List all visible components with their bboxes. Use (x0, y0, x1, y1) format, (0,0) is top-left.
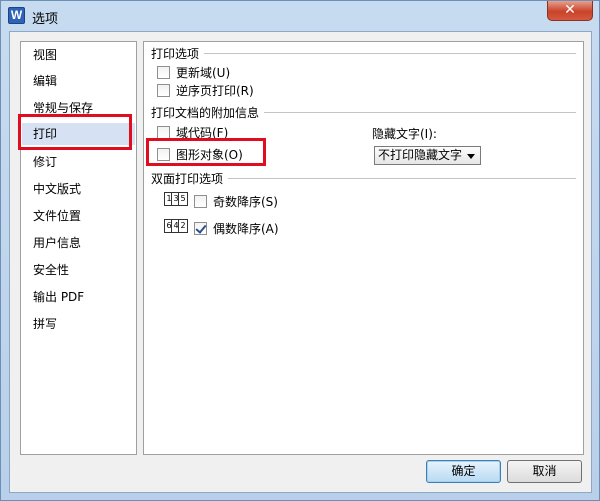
field-codes-label: 域代码(F) (176, 125, 229, 140)
field-codes-option[interactable]: 域代码(F) (157, 124, 228, 140)
odd-descending-option[interactable]: 奇数降序(S) (194, 193, 278, 209)
print-options-title: 打印选项 (151, 47, 200, 61)
group-divider (228, 178, 576, 179)
drawing-objects-label: 图形对象(O) (176, 147, 243, 162)
reverse-order-checkbox[interactable] (157, 83, 170, 97)
nav-item-security[interactable]: 安全性 (22, 259, 135, 281)
even-descending-option[interactable]: 偶数降序(A) (194, 220, 279, 236)
nav-item-file-location[interactable]: 文件位置 (22, 205, 135, 227)
hidden-text-label: 隐藏文字(I): (372, 127, 437, 141)
close-button[interactable]: ✕ (547, 1, 593, 21)
cancel-button[interactable]: 取消 (507, 460, 582, 483)
even-pages-icon: 6 4 2 (164, 216, 188, 236)
duplex-title: 双面打印选项 (151, 172, 224, 186)
ok-button[interactable]: 确定 (426, 460, 501, 483)
even-descending-checkbox[interactable] (194, 221, 207, 235)
nav-item-general-save[interactable]: 常规与保存 (22, 97, 135, 119)
update-fields-option[interactable]: 更新域(U) (157, 64, 230, 80)
print-settings-panel: 打印选项 更新域(U) 逆序页打印(R) 打印文档的附加信息 域代码(F) 图形… (143, 41, 584, 455)
group-divider (204, 53, 576, 54)
options-dialog: W 选项 ✕ 视图 编辑 常规与保存 打印 修订 中文版式 文件位置 用户信息 … (0, 0, 600, 501)
dialog-body: 视图 编辑 常规与保存 打印 修订 中文版式 文件位置 用户信息 安全性 输出 … (9, 31, 592, 493)
nav-item-spelling[interactable]: 拼写 (22, 313, 135, 335)
chevron-down-icon (467, 154, 475, 159)
field-codes-checkbox[interactable] (157, 125, 170, 139)
nav-item-print[interactable]: 打印 (22, 123, 135, 145)
nav-item-user-info[interactable]: 用户信息 (22, 232, 135, 254)
odd-descending-label: 奇数降序(S) (213, 194, 278, 209)
nav-item-view[interactable]: 视图 (22, 44, 135, 66)
even-descending-label: 偶数降序(A) (213, 221, 279, 236)
group-divider (264, 112, 576, 113)
odd-descending-checkbox[interactable] (194, 194, 207, 208)
title-bar[interactable]: W 选项 ✕ (1, 1, 599, 31)
reverse-order-label: 逆序页打印(R) (176, 83, 254, 98)
extra-info-title: 打印文档的附加信息 (151, 106, 260, 120)
hidden-text-value: 不打印隐藏文字 (378, 148, 463, 162)
nav-item-revision[interactable]: 修订 (22, 151, 135, 173)
update-fields-label: 更新域(U) (176, 65, 231, 80)
odd-pages-icon: 1 3 5 (164, 189, 188, 209)
dialog-title: 选项 (32, 12, 59, 27)
nav-item-chinese-layout[interactable]: 中文版式 (22, 178, 135, 200)
category-list: 视图 编辑 常规与保存 打印 修订 中文版式 文件位置 用户信息 安全性 输出 … (20, 41, 137, 455)
drawing-objects-checkbox[interactable] (157, 147, 170, 161)
hidden-text-select[interactable]: 不打印隐藏文字 (374, 146, 481, 165)
wps-writer-icon: W (8, 7, 25, 24)
update-fields-checkbox[interactable] (157, 65, 170, 79)
nav-item-export-pdf[interactable]: 输出 PDF (22, 286, 135, 308)
reverse-order-option[interactable]: 逆序页打印(R) (157, 82, 254, 98)
drawing-objects-option[interactable]: 图形对象(O) (157, 146, 243, 162)
nav-item-edit[interactable]: 编辑 (22, 70, 135, 92)
